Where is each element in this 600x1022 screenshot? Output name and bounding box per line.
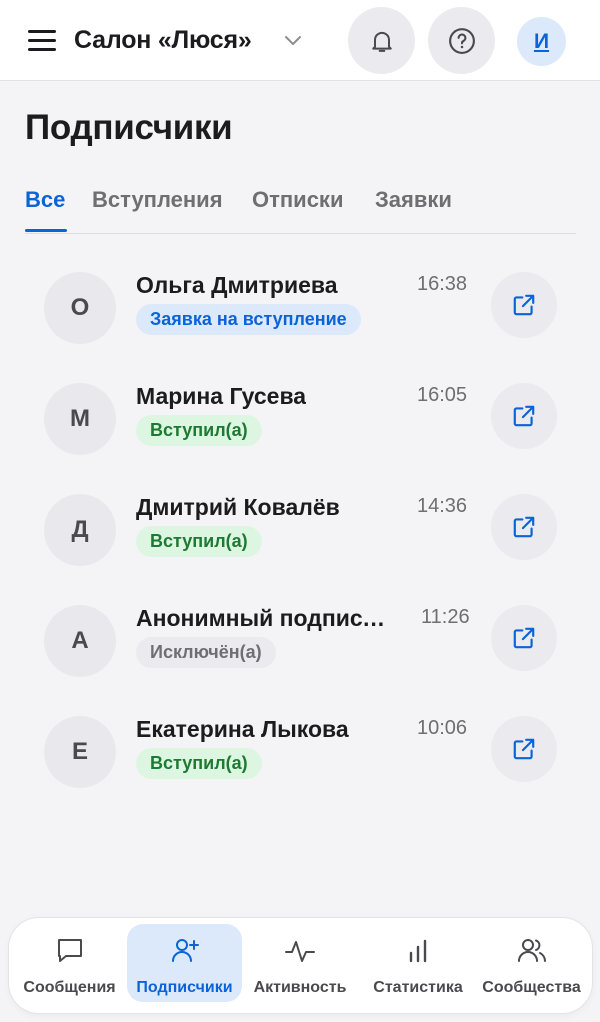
nav-subscribers[interactable]: Подписчики bbox=[127, 924, 242, 1002]
external-link-icon bbox=[513, 738, 535, 760]
nav-label: Сообщества bbox=[482, 979, 581, 996]
notifications-button[interactable] bbox=[348, 7, 415, 74]
subscriber-time: 14:36 bbox=[417, 495, 468, 517]
subscriber-name: Анонимный подписчик bbox=[136, 605, 398, 631]
subscriber-avatar: А bbox=[44, 605, 116, 677]
subscriber-time: 16:38 bbox=[417, 273, 468, 295]
bottom-navigation: Сообщения Подписчики Активность Статисти… bbox=[9, 918, 592, 1013]
nav-label: Активность bbox=[253, 979, 347, 996]
subscriber-time: 11:26 bbox=[421, 606, 470, 628]
subscriber-row[interactable]: А Анонимный подписчик 11:26 Исключён(а) bbox=[0, 605, 600, 716]
subscriber-avatar: Е bbox=[44, 716, 116, 788]
subscriber-name: Марина Гусева bbox=[136, 383, 307, 409]
subscriber-avatar: О bbox=[44, 272, 116, 344]
subscriber-row[interactable]: М Марина Гусева 16:05 Вступил(а) bbox=[0, 383, 600, 494]
top-bar: Салон «Люся» И bbox=[0, 0, 600, 81]
profile-avatar[interactable]: И bbox=[517, 17, 566, 66]
subscriber-name: Дмитрий Ковалёв bbox=[136, 494, 340, 520]
external-link-icon bbox=[513, 627, 535, 649]
status-badge: Вступил(а) bbox=[136, 526, 262, 557]
bell-icon bbox=[371, 31, 392, 52]
bar-chart-icon bbox=[409, 939, 427, 963]
user-plus-icon bbox=[171, 939, 199, 962]
subscriber-row[interactable]: Д Дмитрий Ковалёв 14:36 Вступил(а) bbox=[0, 494, 600, 605]
open-profile-button[interactable] bbox=[491, 272, 557, 338]
filter-tabs: Все Вступления Отписки Заявки bbox=[25, 185, 576, 234]
message-icon bbox=[57, 939, 82, 962]
menu-icon[interactable] bbox=[28, 28, 58, 54]
status-badge: Вступил(а) bbox=[136, 748, 262, 779]
activity-icon bbox=[285, 941, 315, 962]
page-title: Подписчики bbox=[25, 108, 233, 147]
subscriber-name: Екатерина Лыкова bbox=[136, 716, 349, 742]
subscriber-time: 10:06 bbox=[417, 717, 468, 739]
tab-requests[interactable]: Заявки bbox=[375, 187, 452, 213]
tab-unsubscribes[interactable]: Отписки bbox=[252, 187, 343, 213]
external-link-icon bbox=[513, 405, 535, 427]
group-name[interactable]: Салон «Люся» bbox=[74, 26, 252, 55]
status-badge: Заявка на вступление bbox=[136, 304, 361, 335]
open-profile-button[interactable] bbox=[491, 494, 557, 560]
nav-label: Статистика bbox=[373, 979, 463, 996]
tab-all[interactable]: Все bbox=[25, 187, 65, 213]
nav-messages[interactable]: Сообщения bbox=[15, 924, 124, 1002]
subscriber-name: Ольга Дмитриева bbox=[136, 272, 338, 298]
nav-activity[interactable]: Активность bbox=[245, 924, 355, 1002]
subscriber-avatar: М bbox=[44, 383, 116, 455]
active-tab-indicator bbox=[25, 229, 67, 232]
open-profile-button[interactable] bbox=[491, 716, 557, 782]
nav-label: Подписчики bbox=[136, 979, 233, 996]
external-link-icon bbox=[513, 516, 535, 538]
subscriber-time: 16:05 bbox=[417, 384, 468, 406]
chevron-down-icon[interactable] bbox=[283, 30, 303, 50]
nav-statistics[interactable]: Статистика bbox=[361, 924, 475, 1002]
nav-label: Сообщения bbox=[23, 979, 116, 996]
help-button[interactable] bbox=[428, 7, 495, 74]
subscriber-row[interactable]: О Ольга Дмитриева 16:38 Заявка на вступл… bbox=[0, 272, 600, 383]
open-profile-button[interactable] bbox=[491, 383, 557, 449]
help-icon bbox=[448, 27, 475, 54]
nav-communities[interactable]: Сообщества bbox=[475, 924, 588, 1002]
subscriber-avatar: Д bbox=[44, 494, 116, 566]
external-link-icon bbox=[513, 294, 535, 316]
users-icon bbox=[517, 939, 546, 962]
open-profile-button[interactable] bbox=[491, 605, 557, 671]
tab-joins[interactable]: Вступления bbox=[92, 187, 223, 213]
status-badge: Вступил(а) bbox=[136, 415, 262, 446]
status-badge: Исключён(а) bbox=[136, 637, 276, 668]
subscriber-row[interactable]: Е Екатерина Лыкова 10:06 Вступил(а) bbox=[0, 716, 600, 827]
